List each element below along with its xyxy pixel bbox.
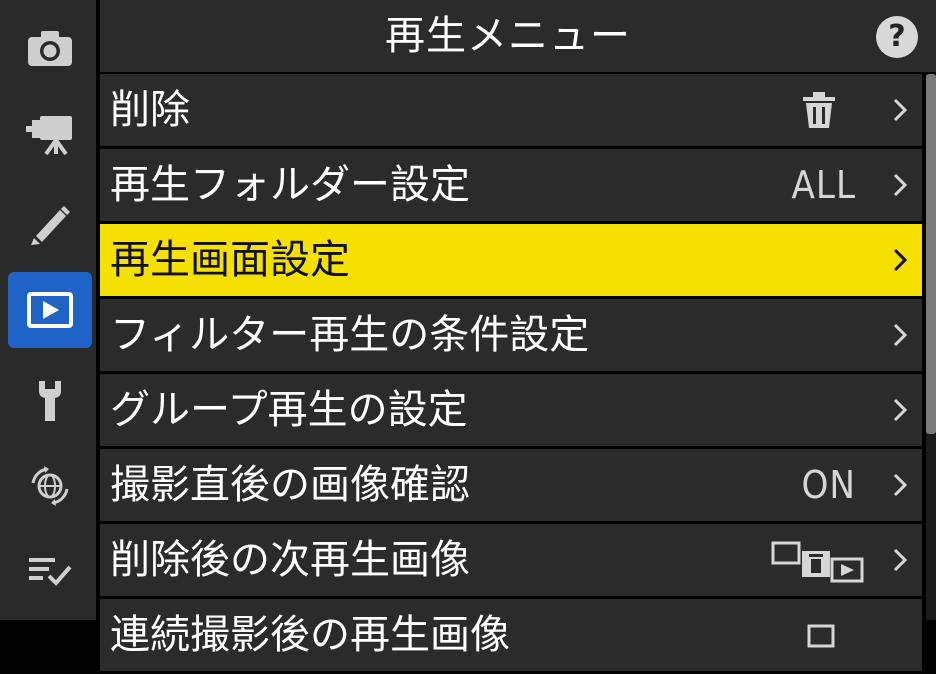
sidebar-item-playback[interactable]: [8, 272, 92, 348]
page-title: 再生メニュー: [385, 13, 631, 59]
menu-item-playback-display-options[interactable]: 再生画面設定: [100, 224, 922, 296]
menu-item-group-playback[interactable]: グループ再生の設定: [100, 374, 922, 446]
sidebar-item-photo-shooting[interactable]: [8, 10, 92, 86]
chevron-right-icon: [888, 299, 912, 371]
sidebar: [0, 0, 96, 620]
trash-icon: [803, 92, 835, 128]
menu-item-label: 撮影直後の画像確認: [110, 462, 470, 508]
menu-item-after-delete[interactable]: 削除後の次再生画像: [100, 524, 922, 596]
playback-icon: [27, 292, 73, 328]
after-delete-next-image-icon: [771, 541, 864, 583]
my-menu-icon: [29, 558, 72, 586]
chevron-right-icon: [888, 224, 912, 296]
menu-item-label: 削除後の次再生画像: [110, 537, 470, 583]
camera-icon: [28, 31, 72, 66]
menu-item-label: 連続撮影後の再生画像: [110, 612, 510, 658]
chevron-right-icon: [888, 449, 912, 521]
chevron-right-icon: [888, 74, 912, 146]
chevron-right-icon: [888, 524, 912, 596]
movie-camera-icon: [26, 116, 72, 156]
scrollbar-thumb[interactable]: [926, 74, 936, 434]
menu-item-label: 削除: [110, 87, 190, 133]
menu-item-value: ALL: [791, 163, 856, 207]
menu-item-value: ON: [801, 463, 856, 507]
menu-item-label: グループ再生の設定: [110, 387, 468, 433]
menu-item-delete[interactable]: 削除: [100, 74, 922, 146]
sidebar-item-setup[interactable]: [8, 362, 92, 438]
menu-item-filtered-playback-criteria[interactable]: フィルター再生の条件設定: [100, 299, 922, 371]
sidebar-item-my-menu[interactable]: [8, 532, 92, 608]
menu-item-label: フィルター再生の条件設定: [110, 312, 590, 358]
menu-list: 削除 再生フォルダー設定 ALL 再生画面設定 フィルター再生の条件設定 グルー…: [100, 74, 922, 674]
sidebar-item-custom-settings[interactable]: [8, 186, 92, 262]
sidebar-item-network[interactable]: [8, 448, 92, 524]
menu-item-playback-folder[interactable]: 再生フォルダー設定 ALL: [100, 149, 922, 221]
menu-item-label: 再生画面設定: [110, 237, 350, 283]
network-icon: [31, 466, 69, 506]
help-button[interactable]: ?: [876, 16, 918, 58]
menu-header: 再生メニュー ?: [100, 0, 936, 72]
sidebar-item-movie-shooting[interactable]: [8, 96, 92, 172]
menu-item-image-review[interactable]: 撮影直後の画像確認 ON: [100, 449, 922, 521]
pencil-icon: [31, 206, 70, 245]
chevron-right-icon: [888, 374, 912, 446]
menu-item-after-burst[interactable]: 連続撮影後の再生画像: [100, 599, 922, 671]
menu-item-label: 再生フォルダー設定: [110, 162, 470, 208]
partial-icon: [807, 624, 835, 648]
chevron-right-icon: [888, 149, 912, 221]
scrollbar[interactable]: [926, 74, 936, 620]
wrench-icon: [39, 381, 61, 421]
